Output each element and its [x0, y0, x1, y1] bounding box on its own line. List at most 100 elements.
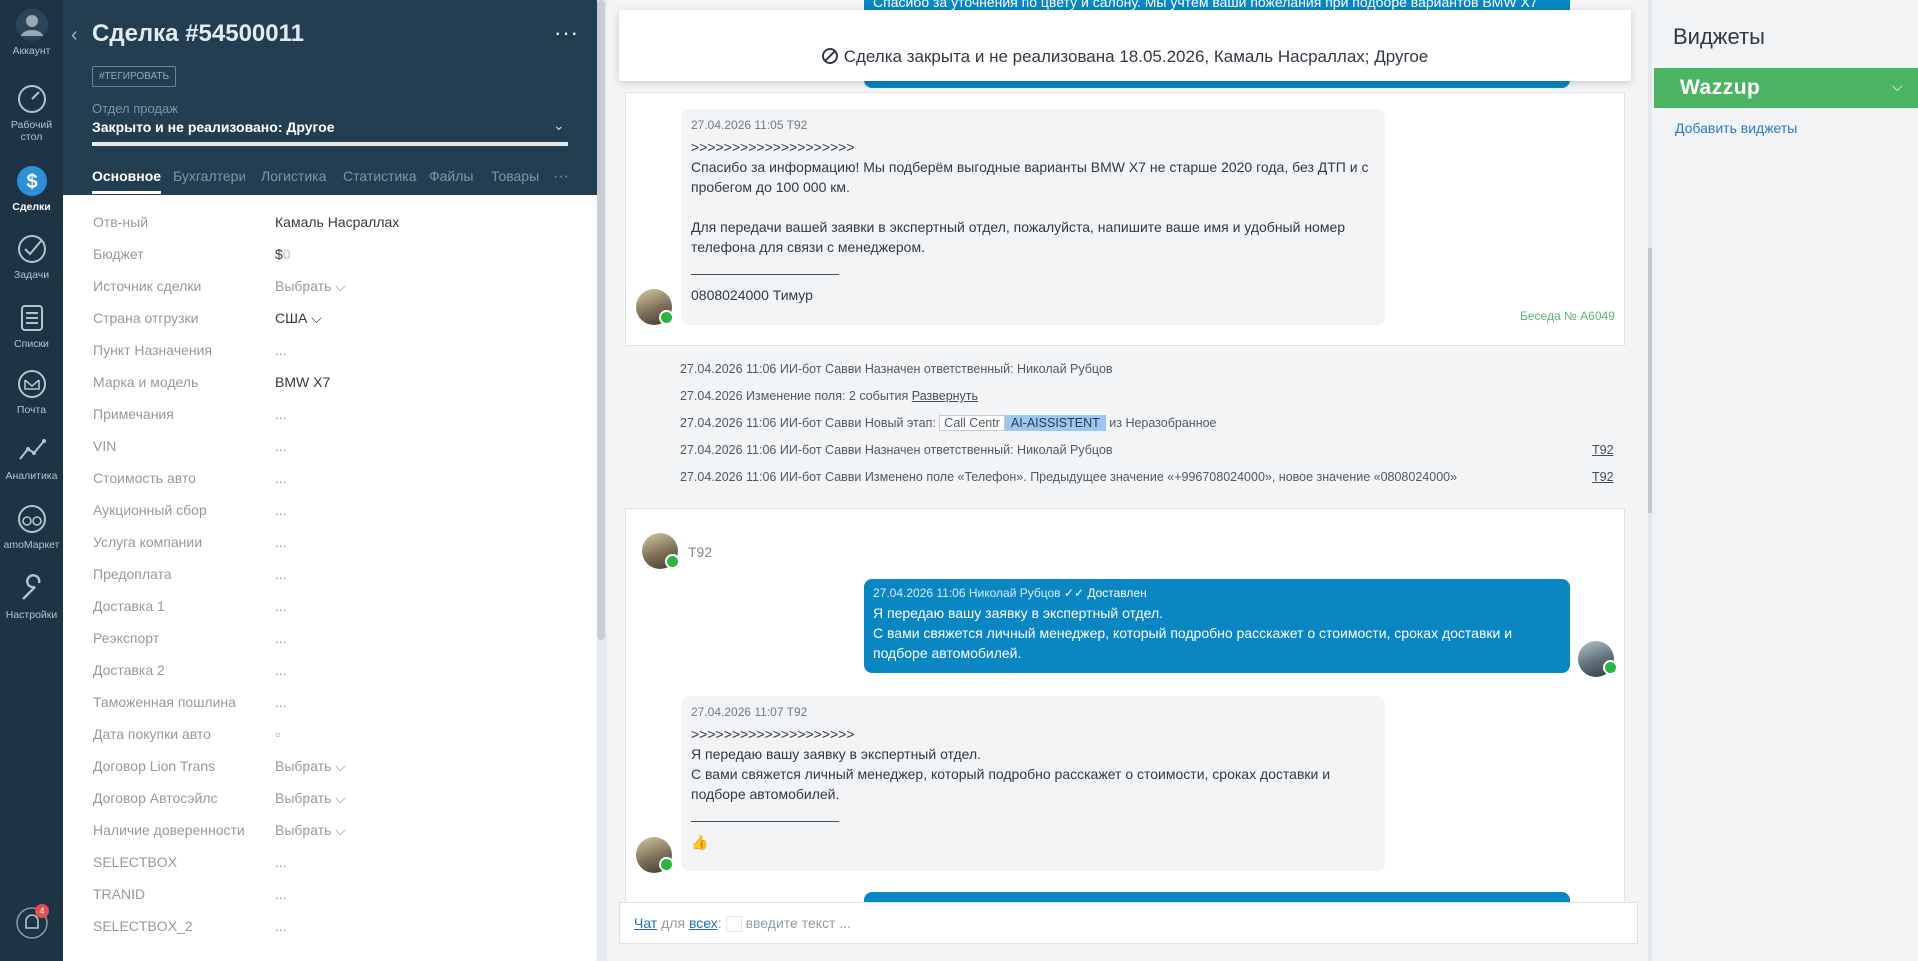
chat-contact-name[interactable]: T92	[688, 544, 712, 560]
expand-link[interactable]: Развернуть	[912, 389, 978, 403]
field-auction-fee[interactable]: Аукционный сбор...	[63, 498, 597, 524]
field-value[interactable]: ...	[275, 662, 287, 678]
whatsapp-icon	[659, 857, 674, 872]
field-delivery-1[interactable]: Доставка 1...	[63, 594, 597, 620]
chevron-down-icon[interactable]: ⌄	[553, 117, 565, 134]
field-purchase-date[interactable]: Дата покупки авто ▫	[63, 722, 597, 748]
field-label: Пункт Назначения	[93, 342, 212, 358]
field-value[interactable]: ...	[275, 534, 287, 550]
nav-tasks[interactable]: Задачи	[0, 232, 63, 281]
field-delivery-2[interactable]: Доставка 2...	[63, 658, 597, 684]
field-value[interactable]: $0	[275, 246, 291, 262]
field-value[interactable]: Выбрать ⌵	[275, 790, 346, 807]
tab-statistics[interactable]: Статистика	[343, 168, 417, 184]
field-value[interactable]: ...	[275, 566, 287, 582]
field-car-price[interactable]: Стоимость авто...	[63, 466, 597, 492]
message-text: Для передачи вашей заявки в экспертный о…	[691, 219, 1346, 235]
field-customs-duty[interactable]: Таможенная пошлина...	[63, 690, 597, 716]
add-widgets-link[interactable]: Добавить виджеты	[1675, 120, 1797, 136]
field-vin[interactable]: VIN...	[63, 434, 597, 460]
field-value[interactable]: ...	[275, 342, 287, 358]
field-selectbox[interactable]: SELECTBOX...	[63, 850, 597, 876]
field-reexport[interactable]: Реэкспорт...	[63, 626, 597, 652]
field-value[interactable]: ...	[275, 406, 287, 422]
more-icon[interactable]: ···	[554, 20, 579, 46]
field-budget[interactable]: Бюджет $0	[63, 242, 597, 268]
nav-account[interactable]: Аккаунт	[0, 8, 63, 57]
tab-main[interactable]: Основное	[92, 168, 162, 194]
notifications-badge: 4	[35, 904, 49, 918]
field-value[interactable]: Выбрать ⌵	[275, 822, 346, 839]
field-value[interactable]: ...	[275, 502, 287, 518]
field-value[interactable]: США ⌵	[275, 310, 322, 327]
message-arrows: >>>>>>>>>>>>>>>>>>>>	[691, 139, 855, 155]
field-label: Предоплата	[93, 566, 172, 582]
field-label: SELECTBOX	[93, 854, 178, 870]
calendar-icon[interactable]: ▫	[275, 726, 280, 742]
chat-type-link[interactable]: Чат	[634, 915, 657, 931]
message-composer[interactable]: Чат для всех: введите текст ...	[619, 902, 1638, 944]
composer-for: для	[657, 915, 689, 931]
author-link[interactable]: T92	[1592, 470, 1614, 484]
field-power-of-attorney[interactable]: Наличие доверенности Выбрать ⌵	[63, 818, 597, 844]
card-scrollbar-thumb[interactable]	[597, 0, 605, 640]
field-value[interactable]: ...	[275, 918, 287, 934]
field-value[interactable]: ...	[275, 854, 287, 870]
back-icon[interactable]: ‹	[71, 24, 78, 47]
recipient-dropdown-icon[interactable]	[725, 916, 742, 933]
field-label: Бюджет	[93, 246, 144, 262]
deal-title[interactable]: Сделка #54500011	[92, 20, 304, 48]
nav-lists[interactable]: Списки	[0, 301, 63, 350]
lists-icon	[20, 305, 43, 331]
field-source[interactable]: Источник сделки Выбрать ⌵	[63, 274, 597, 300]
nav-settings[interactable]: Настройки	[0, 572, 63, 621]
message-text: пробегом до 100 000 км.	[691, 179, 850, 195]
nav-notifications[interactable]	[0, 906, 63, 943]
field-value[interactable]: Выбрать ⌵	[275, 278, 346, 295]
chevron-down-icon[interactable]: ⌵	[1892, 78, 1903, 95]
tab-files[interactable]: Файлы	[429, 168, 473, 184]
field-value[interactable]: ...	[275, 630, 287, 646]
field-value[interactable]: ...	[275, 886, 287, 902]
field-model[interactable]: Марка и модель BMW X7	[63, 370, 597, 396]
field-value[interactable]: BMW X7	[275, 374, 330, 390]
composer-input[interactable]: введите текст ...	[746, 915, 851, 931]
nav-analytics[interactable]: Аналитика	[0, 433, 63, 482]
tab-products[interactable]: Товары	[491, 168, 539, 184]
field-label: Доставка 2	[93, 662, 165, 678]
field-responsible[interactable]: Отв-ный Камаль Насраллах	[63, 210, 597, 236]
field-value[interactable]: ...	[275, 470, 287, 486]
tabs-more-icon[interactable]: ···	[553, 168, 569, 186]
field-value[interactable]: Выбрать ⌵	[275, 758, 346, 775]
author-link[interactable]: T92	[1592, 443, 1614, 457]
field-country[interactable]: Страна отгрузки США ⌵	[63, 306, 597, 332]
nav-mail[interactable]: Почта	[0, 367, 63, 416]
recipients-link[interactable]: всех	[689, 915, 718, 931]
budget-amount: 0	[282, 246, 291, 262]
event-note: 27.04.2026 11:06 ИИ-бот Савви Назначен о…	[680, 443, 1113, 457]
app-root: Аккаунт Рабочий стол $ Сделки Задачи Спи…	[0, 0, 1918, 961]
field-value[interactable]: ...	[275, 438, 287, 454]
field-value[interactable]: Камаль Насраллах	[275, 214, 399, 230]
field-notes[interactable]: Примечания...	[63, 402, 597, 428]
field-value[interactable]: ...	[275, 598, 287, 614]
nav-market[interactable]: amoМаркет	[0, 502, 63, 551]
field-value[interactable]: ...	[275, 694, 287, 710]
field-label: Наличие доверенности	[93, 822, 245, 838]
conversation-link[interactable]: Беседа № A6049	[1520, 309, 1615, 323]
field-selectbox-2[interactable]: SELECTBOX_2...	[63, 914, 597, 940]
field-destination[interactable]: Пункт Назначения...	[63, 338, 597, 364]
wazzup-widget[interactable]: Wazzup ⌵	[1654, 68, 1918, 108]
nav-deals[interactable]: $ Сделки	[0, 164, 63, 213]
field-prepayment[interactable]: Предоплата...	[63, 562, 597, 588]
tag-button[interactable]: #ТЕГИРОВАТЬ	[92, 66, 177, 87]
field-company-service[interactable]: Услуга компании...	[63, 530, 597, 556]
message-text: телефона для связи с менеджером.	[691, 239, 925, 255]
field-autosales[interactable]: Договор Автосэйлс Выбрать ⌵	[63, 786, 597, 812]
field-lion-trans[interactable]: Договор Lion Trans Выбрать ⌵	[63, 754, 597, 780]
field-tranid[interactable]: TRANID...	[63, 882, 597, 908]
tab-accounting[interactable]: Бухгалтерия	[173, 168, 245, 184]
tab-logistics[interactable]: Логистика	[261, 168, 326, 184]
stage-select[interactable]: Закрыто и не реализовано: Другое	[92, 119, 334, 135]
nav-dashboard[interactable]: Рабочий стол	[0, 82, 63, 143]
